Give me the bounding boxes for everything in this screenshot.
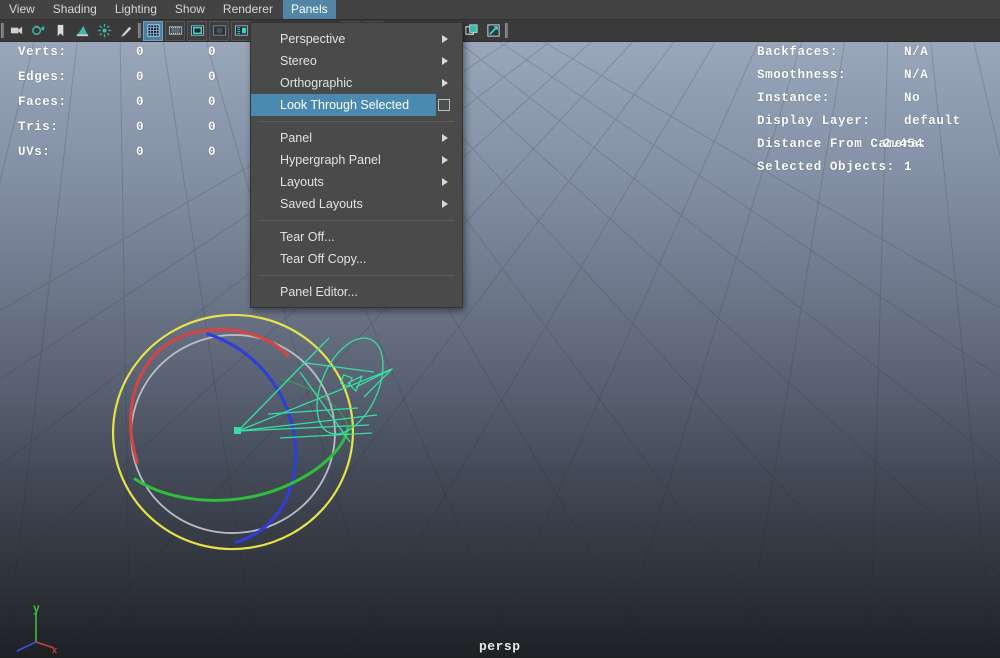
hud-info-value: 1 <box>904 160 913 174</box>
hud-stat-value-2: 0 <box>208 45 217 59</box>
camera-attributes-icon[interactable] <box>28 21 48 41</box>
hud-stat-label: UVs: <box>18 145 51 159</box>
chevron-right-icon <box>442 79 448 87</box>
menu-divider <box>259 220 454 221</box>
menu-bar: View Shading Lighting Show Renderer Panels <box>0 0 1000 20</box>
film-origin-icon[interactable] <box>231 20 251 41</box>
grid-icon[interactable] <box>143 20 163 41</box>
axis-z-line <box>16 641 37 652</box>
menu-show[interactable]: Show <box>167 0 213 19</box>
gate-mask-icon[interactable] <box>209 20 229 41</box>
hud-info-value: 2.454 <box>883 137 924 151</box>
chevron-right-icon <box>442 57 448 65</box>
paint-effects-icon[interactable] <box>116 21 136 41</box>
menu-item-label: Saved Layouts <box>280 197 363 211</box>
hud-stat-value-2: 0 <box>208 120 217 134</box>
hud-stat-value-2: 0 <box>208 145 217 159</box>
hud-stat-value-2: 0 <box>208 70 217 84</box>
menu-item-stereo[interactable]: Stereo <box>251 50 462 72</box>
menu-item-label: Tear Off... <box>280 230 335 244</box>
scene-objects[interactable] <box>0 42 1000 658</box>
panel-snapshot-icon[interactable] <box>483 21 503 41</box>
viewport-3d[interactable]: Verts: 0 0 Edges: 0 0 Faces: 0 0 Tris: 0 0 UVs: 0 0 Ba… <box>0 42 1000 658</box>
chevron-right-icon <box>442 35 448 43</box>
menu-item-orthographic[interactable]: Orthographic <box>251 72 462 94</box>
hud-info-label: Smoothness: <box>757 68 847 82</box>
menu-item-saved-layouts[interactable]: Saved Layouts <box>251 193 462 215</box>
separator-icon <box>137 23 142 39</box>
chevron-right-icon <box>442 178 448 186</box>
chevron-right-icon <box>442 156 448 164</box>
hud-info-label: Instance: <box>757 91 830 105</box>
hud-stat-label: Verts: <box>18 45 67 59</box>
chevron-right-icon <box>442 200 448 208</box>
menu-item-label: Perspective <box>280 32 346 46</box>
menu-view[interactable]: View <box>1 0 43 19</box>
resolution-gate-icon[interactable] <box>187 20 207 41</box>
hud-stat-value-1: 0 <box>136 120 145 134</box>
viewport-camera-label: persp <box>479 639 521 654</box>
hud-stat-label: Edges: <box>18 70 67 84</box>
separator-icon <box>504 23 509 39</box>
panel-copy-icon[interactable] <box>461 21 481 41</box>
chevron-right-icon <box>442 134 448 142</box>
axis-y-label: y <box>33 601 40 615</box>
hud-stat-value-1: 0 <box>136 95 145 109</box>
axis-x-label: x <box>52 645 57 654</box>
hud-info-label: Display Layer: <box>757 114 871 128</box>
hud-info-value: default <box>904 114 961 128</box>
manip-ring-x <box>128 328 290 464</box>
menu-item-label: Layouts <box>280 175 324 189</box>
film-gate-icon[interactable] <box>165 20 185 41</box>
menu-item-label: Hypergraph Panel <box>280 153 381 167</box>
hud-stat-value-2: 0 <box>208 95 217 109</box>
menu-item-tear-off-copy[interactable]: Tear Off Copy... <box>251 248 462 270</box>
hud-info-value: No <box>904 91 921 105</box>
menu-item-label: Orthographic <box>280 76 353 90</box>
menu-item-label: Panel <box>280 131 312 145</box>
hud-stat-value-1: 0 <box>136 145 145 159</box>
menu-item-hypergraph-panel[interactable]: Hypergraph Panel <box>251 149 462 171</box>
menu-shading[interactable]: Shading <box>45 0 105 19</box>
menu-item-label: Stereo <box>280 54 317 68</box>
two-sided-lighting-icon[interactable] <box>94 21 114 41</box>
separator-icon <box>0 23 5 39</box>
hud-stat-value-1: 0 <box>136 45 145 59</box>
menu-item-label: Tear Off Copy... <box>280 252 367 266</box>
hud-stat-label: Faces: <box>18 95 67 109</box>
menu-renderer[interactable]: Renderer <box>215 0 281 19</box>
menu-item-panel[interactable]: Panel <box>251 127 462 149</box>
menu-divider <box>259 275 454 276</box>
maya-viewport-window: View Shading Lighting Show Renderer Panels <box>0 0 1000 658</box>
panels-dropdown-menu[interactable]: Perspective Stereo Orthographic Look Throug… <box>250 22 463 308</box>
hud-info-value: N/A <box>904 68 929 82</box>
axis-orientation-gizmo: y x <box>16 601 57 654</box>
menu-divider <box>259 121 454 122</box>
camera-icon[interactable] <box>6 21 26 41</box>
menu-item-label: Panel Editor... <box>280 285 358 299</box>
menu-lighting[interactable]: Lighting <box>107 0 165 19</box>
hud-info-value: N/A <box>904 45 929 59</box>
hud-stat-label: Tris: <box>18 120 59 134</box>
hud-stat-value-1: 0 <box>136 70 145 84</box>
bookmark-icon[interactable] <box>50 21 70 41</box>
menu-item-look-through-selected[interactable]: Look Through Selected <box>251 94 450 116</box>
hud-info-label: Backfaces: <box>757 45 839 59</box>
menu-panels[interactable]: Panels <box>282 0 336 19</box>
menu-item-perspective[interactable]: Perspective <box>251 28 462 50</box>
option-box-icon[interactable] <box>438 99 450 111</box>
menu-item-panel-editor[interactable]: Panel Editor... <box>251 281 462 303</box>
hud-info-label: Selected Objects: <box>757 160 895 174</box>
menu-item-label: Look Through Selected <box>280 98 410 112</box>
image-plane-icon[interactable] <box>72 21 92 41</box>
menu-item-tear-off[interactable]: Tear Off... <box>251 226 462 248</box>
menu-item-layouts[interactable]: Layouts <box>251 171 462 193</box>
viewport-toolbar <box>0 20 1000 42</box>
